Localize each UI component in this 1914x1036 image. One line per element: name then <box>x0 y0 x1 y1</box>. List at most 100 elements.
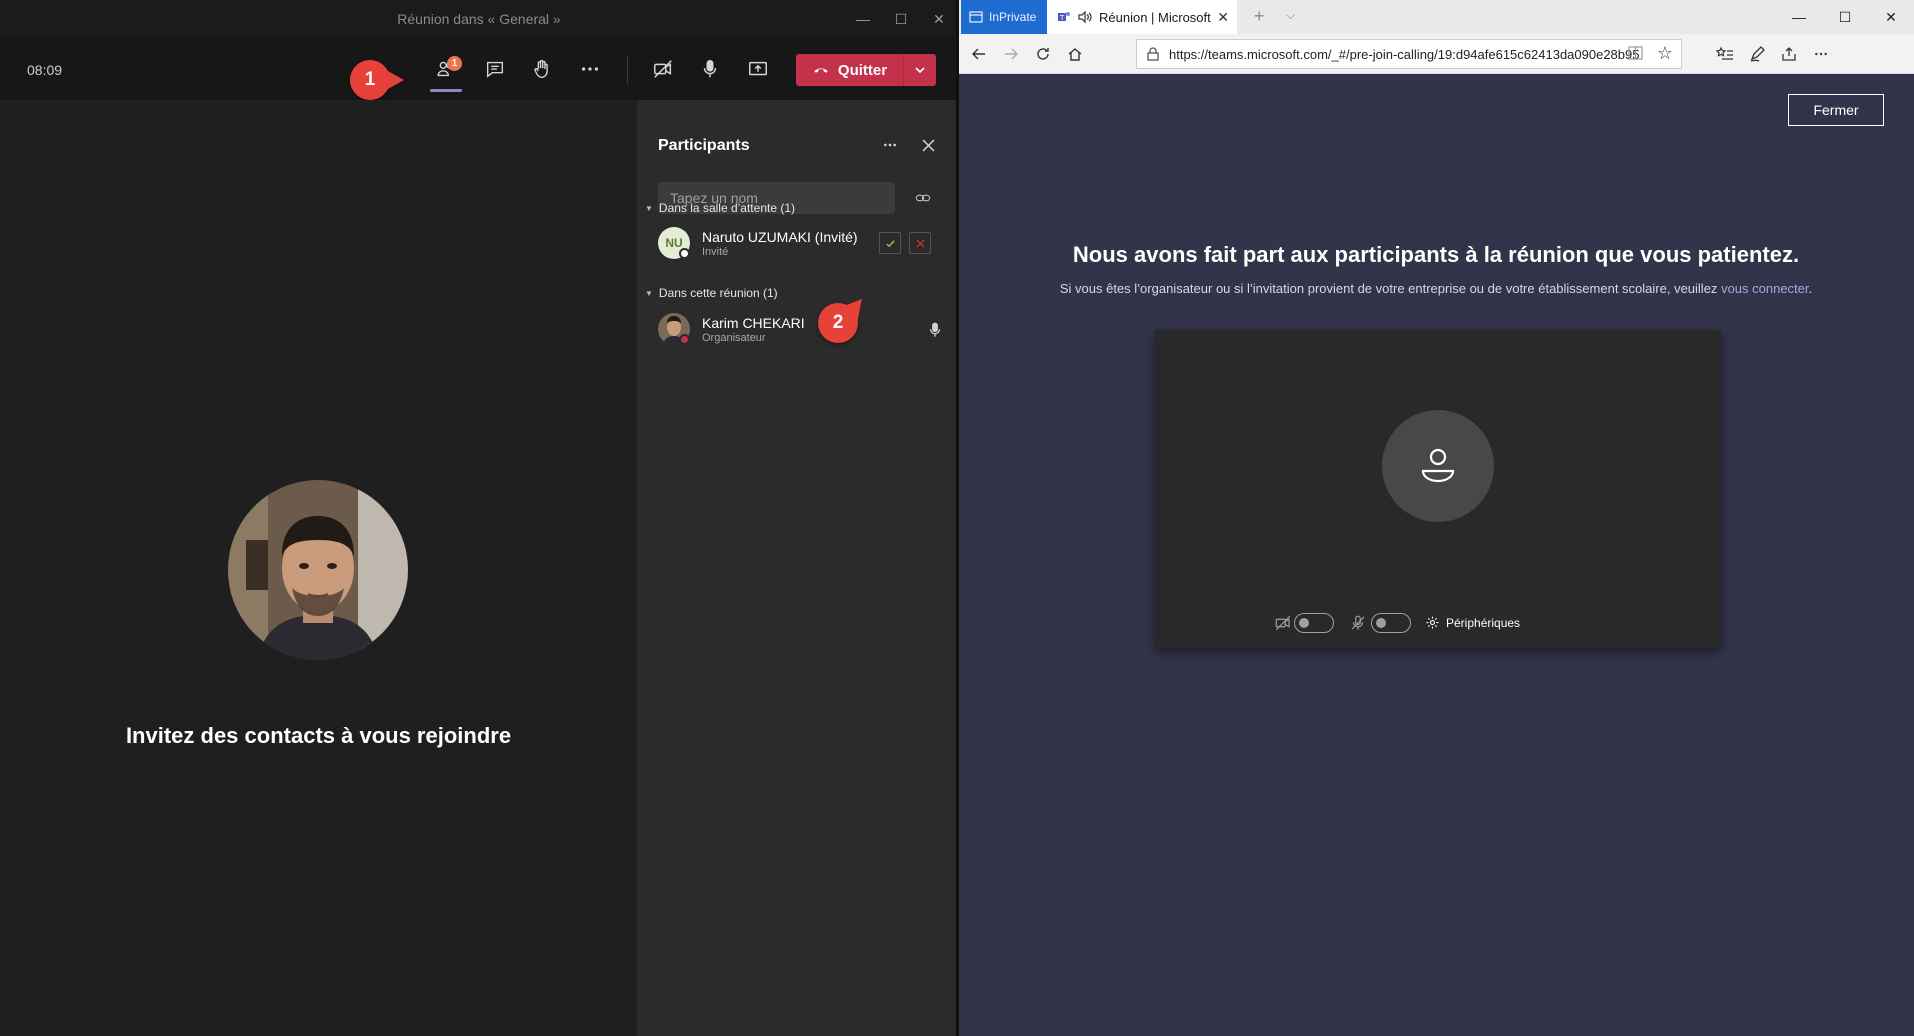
organizer-avatar <box>228 480 408 660</box>
chat-button[interactable] <box>478 52 512 86</box>
window-title: Réunion dans « General » <box>397 11 561 27</box>
participant-name: Naruto UZUMAKI (Invité) <box>702 229 858 245</box>
lobby-participant[interactable]: NU Naruto UZUMAKI (Invité) Invité <box>658 227 948 263</box>
waiting-subtext-end: . <box>1808 281 1813 296</box>
invite-heading: Invitez des contacts à vous rejoindre <box>125 723 512 748</box>
favorite-button[interactable]: ☆ <box>1657 43 1673 64</box>
hang-up-main[interactable]: Quitter <box>796 54 904 86</box>
settings-more-button[interactable] <box>1810 43 1832 65</box>
lobby-section-header[interactable]: ▼ Dans la salle d’attente (1) <box>645 201 795 215</box>
microphone-off-icon <box>1351 615 1365 630</box>
reading-view-button[interactable] <box>1628 46 1643 63</box>
participants-panel: Participants ▼ Dans la salle d’attente (… <box>637 100 958 1036</box>
inprivate-icon <box>969 11 983 23</box>
arrow-left-icon <box>972 48 985 60</box>
share-button[interactable] <box>1778 43 1800 65</box>
device-controls: Périphériques <box>1155 613 1721 635</box>
maximize-button[interactable]: ☐ <box>1822 0 1868 34</box>
close-prejoin-button[interactable]: Fermer <box>1788 94 1884 126</box>
address-bar[interactable]: https://teams.microsoft.com/_#/pre-join-… <box>1136 39 1682 69</box>
meeting-participant[interactable]: Karim CHEKARI Organisateur <box>658 313 948 349</box>
close-window-button[interactable]: ✕ <box>1868 0 1914 34</box>
window-divider <box>956 0 959 1036</box>
share-screen-icon <box>749 61 767 76</box>
deny-button[interactable] <box>909 232 931 254</box>
microphone-toggle[interactable] <box>1371 613 1411 633</box>
tab-strip: InPrivate T Réunion | Microsoft ✕ + ⌵ — … <box>958 0 1914 34</box>
book-icon <box>1628 46 1643 60</box>
meeting-section-header[interactable]: ▼ Dans cette réunion (1) <box>645 286 778 300</box>
home-icon <box>1068 48 1082 61</box>
edge-window: InPrivate T Réunion | Microsoft ✕ + ⌵ — … <box>958 0 1914 1036</box>
close-icon <box>922 139 934 151</box>
refresh-button[interactable] <box>1032 43 1054 65</box>
quit-button[interactable]: Quitter <box>796 54 936 86</box>
caret-down-icon: ▼ <box>645 288 653 298</box>
sign-in-link[interactable]: vous connecter <box>1721 281 1808 296</box>
microphone-icon <box>929 322 941 337</box>
teams-logo-icon: T <box>1058 12 1070 22</box>
mic-toggle-button[interactable] <box>693 52 727 86</box>
admit-button[interactable] <box>879 232 901 254</box>
inprivate-indicator[interactable]: InPrivate <box>961 0 1047 34</box>
video-preview: Périphériques <box>1155 330 1721 648</box>
arrow-right-icon <box>1005 48 1018 60</box>
share-screen-button[interactable] <box>741 52 775 86</box>
teams-window: Réunion dans « General » — ☐ ✕ 08:09 1 Q… <box>0 0 958 1036</box>
waiting-subtext-body: Si vous êtes l’organisateur ou si l’invi… <box>1059 281 1718 296</box>
raise-hand-button[interactable] <box>525 52 559 86</box>
ellipsis-icon <box>884 143 896 147</box>
tab-reunion[interactable]: T Réunion | Microsoft ✕ <box>1047 0 1237 34</box>
speaker-icon <box>1078 10 1092 24</box>
call-toolbar: 08:09 1 Quitter <box>0 38 958 100</box>
lobby-header-label: Dans la salle d’attente (1) <box>658 201 795 215</box>
camera-toggle-button[interactable] <box>646 52 680 86</box>
ellipsis-icon <box>1815 52 1827 56</box>
home-button[interactable] <box>1064 43 1086 65</box>
window-controls: — ☐ ✕ <box>844 0 958 38</box>
devices-label: Périphériques <box>1446 615 1521 630</box>
callout-1: 1 <box>350 60 404 100</box>
tab-preview-button[interactable]: ⌵ <box>1286 8 1295 23</box>
microphone-icon <box>703 60 717 78</box>
toolbar-divider <box>627 56 628 84</box>
presence-dot <box>679 248 690 259</box>
close-tab-button[interactable]: ✕ <box>1217 9 1229 26</box>
back-button[interactable] <box>968 43 990 65</box>
call-timer: 08:09 <box>27 62 63 78</box>
caret-down-icon: ▼ <box>645 203 653 213</box>
new-tab-button[interactable]: + <box>1254 6 1265 27</box>
panel-close-button[interactable] <box>913 130 943 160</box>
share-invite-button[interactable] <box>910 185 936 211</box>
chat-icon <box>486 61 504 78</box>
quit-options-dropdown[interactable] <box>904 54 936 86</box>
teams-titlebar: Réunion dans « General » — ☐ ✕ <box>0 0 958 38</box>
camera-off-icon <box>654 60 672 78</box>
browser-window-controls: — ☐ ✕ <box>1776 0 1914 34</box>
close-window-button[interactable]: ✕ <box>920 0 958 38</box>
more-actions-button[interactable] <box>573 52 607 86</box>
notes-button[interactable] <box>1746 43 1768 65</box>
maximize-button[interactable]: ☐ <box>882 0 920 38</box>
minimize-button[interactable]: — <box>1776 0 1822 34</box>
camera-toggle[interactable] <box>1294 613 1334 633</box>
waiting-subtext: Si vous êtes l’organisateur ou si l’invi… <box>958 281 1914 296</box>
forward-button[interactable] <box>1000 43 1022 65</box>
devices-button[interactable]: Périphériques <box>1425 615 1520 630</box>
favorites-hub-button[interactable] <box>1714 43 1736 65</box>
participants-button[interactable]: 1 <box>429 52 463 86</box>
callout-2: 2 <box>818 303 858 343</box>
hand-icon <box>534 59 548 78</box>
meeting-stage: Invitez des contacts à vous rejoindre <box>0 100 637 1036</box>
refresh-icon <box>1037 48 1049 60</box>
inprivate-label: InPrivate <box>989 10 1037 24</box>
participant-name: Karim CHEKARI <box>702 315 805 331</box>
presence-dot <box>679 334 690 345</box>
tab-title: Réunion | Microsoft <box>1099 9 1211 25</box>
panel-more-button[interactable] <box>875 130 905 160</box>
minimize-button[interactable]: — <box>844 0 882 38</box>
svg-text:T: T <box>1059 14 1065 22</box>
pen-icon <box>1750 46 1765 62</box>
gear-icon <box>1426 616 1439 629</box>
link-icon <box>915 194 931 202</box>
